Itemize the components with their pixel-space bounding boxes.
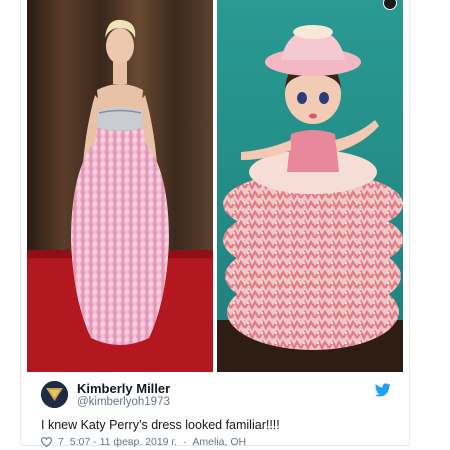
avatar-image — [41, 381, 68, 408]
tweet-card: Kimberly Miller @kimberlyoh1973 I knew K… — [20, 0, 410, 448]
like-count[interactable]: 7 — [58, 436, 64, 448]
tweet-author: Kimberly Miller @kimberlyoh1973 — [41, 381, 391, 409]
tweet-location[interactable]: Amelia, OH — [192, 436, 246, 448]
meta-separator: · — [182, 436, 187, 448]
avatar[interactable] — [41, 381, 68, 408]
author-name[interactable]: Kimberly Miller — [77, 381, 170, 396]
tweet-media — [27, 0, 403, 372]
author-handle[interactable]: @kimberlyoh1973 — [77, 396, 170, 408]
twitter-bird-icon[interactable] — [375, 383, 391, 397]
tweet-meta: 7 5:07 - 11 февр. 2019 г. · Amelia, OH — [41, 436, 246, 448]
celebrity-dress-photo — [27, 0, 213, 372]
tweet-timestamp[interactable]: 5:07 - 11 февр. 2019 г. — [70, 436, 177, 448]
crochet-doll-photo — [217, 0, 403, 372]
tweet-text: I knew Katy Perry’s dress looked familia… — [41, 418, 280, 432]
heart-icon[interactable] — [41, 437, 52, 447]
tweet-photo-right[interactable] — [217, 0, 403, 372]
tweet-photo-left[interactable] — [27, 0, 213, 372]
